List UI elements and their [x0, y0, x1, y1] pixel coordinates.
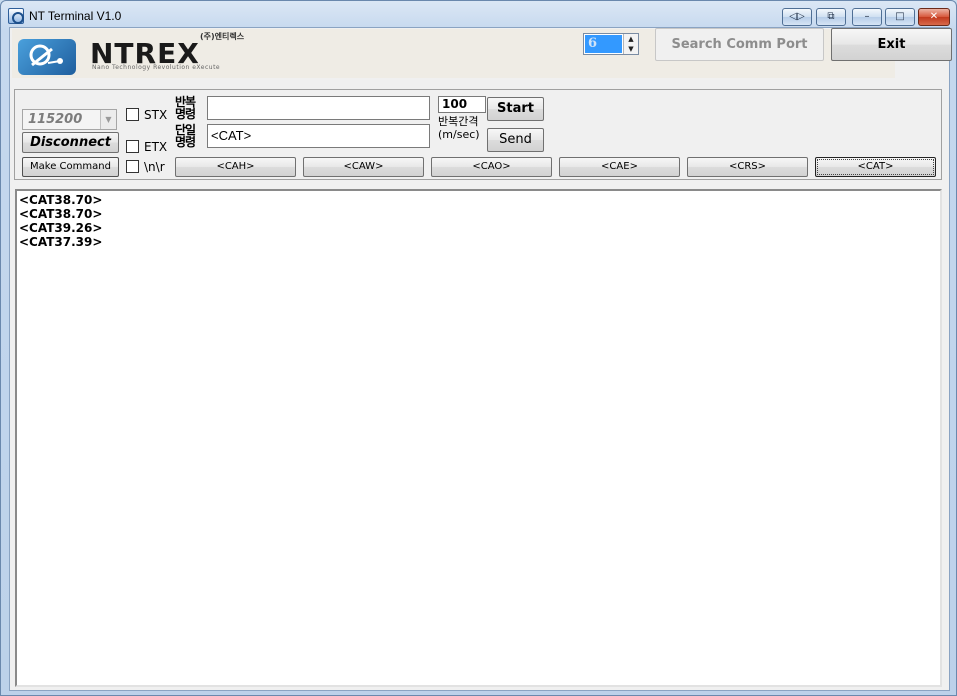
spin-up-icon[interactable]: ▲	[624, 34, 638, 44]
disconnect-button[interactable]: Disconnect	[22, 132, 119, 153]
dropdown-arrow-icon[interactable]: ▼	[100, 110, 116, 129]
output-lines: <CAT38.70> <CAT38.70> <CAT39.26> <CAT37.…	[17, 191, 940, 249]
exit-button[interactable]: Exit	[831, 28, 952, 61]
newline-label: \n\r	[144, 160, 165, 174]
command-button-cao[interactable]: <CAO>	[431, 157, 552, 177]
restore-alt-icon[interactable]: ⧉	[816, 8, 846, 26]
stx-checkbox[interactable]	[126, 108, 139, 121]
send-button[interactable]: Send	[487, 128, 544, 152]
repeat-interval-input[interactable]: 100	[438, 96, 486, 113]
etx-label: ETX	[144, 140, 168, 154]
command-button-cah[interactable]: <CAH>	[175, 157, 296, 177]
window-title: NT Terminal V1.0	[29, 9, 122, 23]
single-command-input[interactable]: <CAT>	[207, 124, 430, 148]
command-button-crs[interactable]: <CRS>	[687, 157, 808, 177]
stx-label: STX	[144, 108, 168, 122]
baud-rate-value: 115200	[28, 112, 83, 127]
command-button-cae[interactable]: <CAE>	[559, 157, 680, 177]
client-area: (주)엔티렉스 NTREX Nano Technology Revolution…	[9, 27, 952, 691]
start-button[interactable]: Start	[487, 97, 544, 121]
output-console[interactable]: <CAT38.70> <CAT38.70> <CAT39.26> <CAT37.…	[15, 189, 942, 687]
output-line: <CAT37.39>	[19, 235, 103, 249]
single-command-label: 단일 명령	[175, 123, 196, 149]
newline-checkbox[interactable]	[126, 160, 139, 173]
port-number-spinner[interactable]: 6 ▲ ▼	[583, 33, 639, 55]
port-number-value[interactable]: 6	[585, 35, 622, 53]
control-panel: 115200 ▼ Disconnect Make Command STX ETX…	[14, 89, 942, 180]
output-line: <CAT38.70>	[19, 193, 103, 207]
left-right-icon[interactable]: ◁▷	[782, 8, 812, 26]
command-button-cat[interactable]: <CAT>	[815, 157, 936, 177]
baud-rate-select[interactable]: 115200 ▼	[22, 109, 117, 130]
search-comm-port-button[interactable]: Search Comm Port	[655, 28, 824, 61]
output-line: <CAT38.70>	[19, 207, 103, 221]
app-window: NT Terminal V1.0 ◁▷ ⧉ – □ ✕ (주)엔티렉스 NTRE…	[0, 0, 957, 696]
output-line: <CAT39.26>	[19, 221, 103, 235]
minimize-button[interactable]: –	[852, 8, 882, 26]
spinner-arrows[interactable]: ▲ ▼	[623, 34, 638, 54]
terminal-app-icon	[8, 8, 24, 24]
etx-checkbox[interactable]	[126, 140, 139, 153]
command-button-caw[interactable]: <CAW>	[303, 157, 424, 177]
maximize-button[interactable]: □	[885, 8, 915, 26]
logo-subtitle: Nano Technology Revolution eXecute	[92, 64, 221, 71]
logo-korean-text: (주)엔티렉스	[200, 32, 245, 41]
make-command-button[interactable]: Make Command	[22, 157, 119, 177]
repeat-command-input[interactable]	[207, 96, 430, 120]
close-button[interactable]: ✕	[918, 8, 950, 26]
spin-down-icon[interactable]: ▼	[624, 44, 638, 54]
ntrex-logo-icon	[18, 39, 76, 75]
repeat-command-label: 반복 명령	[175, 95, 196, 121]
